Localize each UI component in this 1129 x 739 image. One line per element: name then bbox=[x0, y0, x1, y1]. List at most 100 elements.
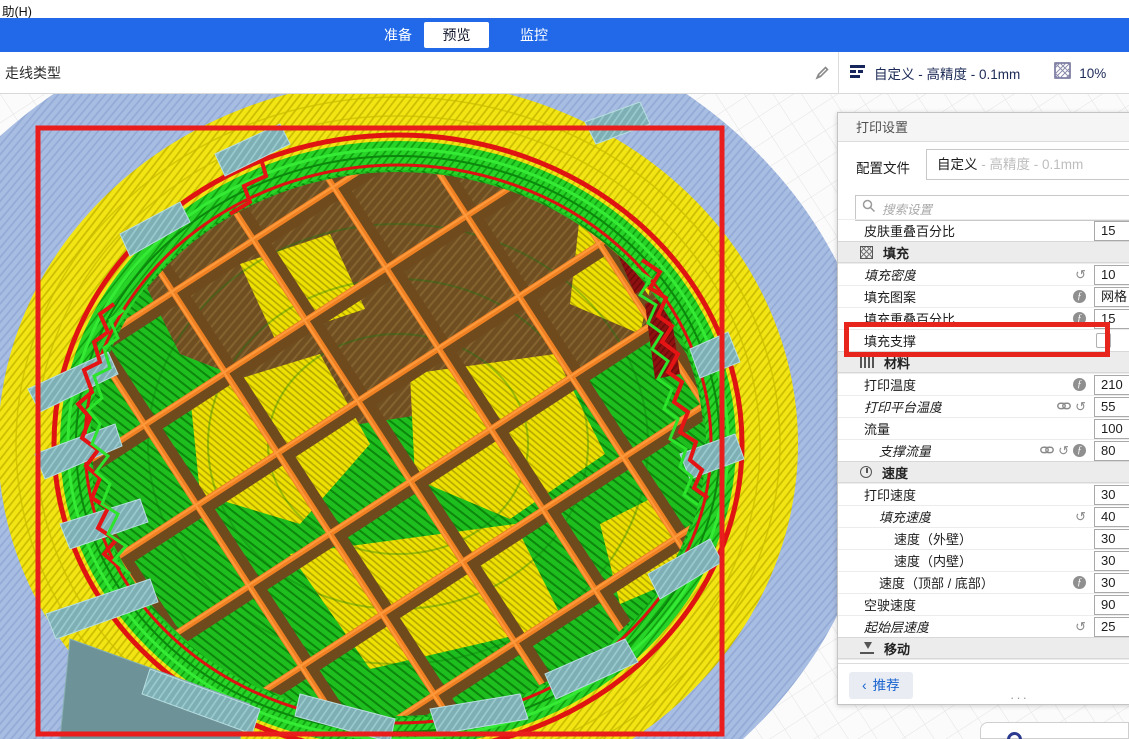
section-label: 移动 bbox=[884, 639, 910, 658]
panel-header: 打印设置 bbox=[838, 113, 1129, 142]
setting-row[interactable]: 填充支撑 bbox=[838, 329, 1129, 351]
setting-icons: ƒ bbox=[1073, 290, 1086, 303]
infill-grid bbox=[92, 172, 704, 716]
setting-label: 打印平台温度 bbox=[838, 397, 942, 416]
setting-icons: ↺ bbox=[1057, 399, 1086, 415]
info-icon[interactable]: ƒ bbox=[1073, 444, 1086, 457]
setting-row[interactable]: 起始层速度 ↺ 25 bbox=[838, 615, 1129, 637]
setting-label: 空驶速度 bbox=[838, 595, 916, 614]
print-settings-summary[interactable]: 自定义 - 高精度 - 0.1mm bbox=[874, 63, 1020, 83]
infill-density-icon bbox=[1054, 62, 1071, 84]
setting-icons: ƒ bbox=[1073, 576, 1086, 589]
setting-value-field[interactable]: 10 bbox=[1094, 265, 1129, 285]
toolbar-divider bbox=[838, 52, 839, 94]
setting-value-field[interactable]: 40 bbox=[1094, 507, 1129, 527]
setting-value-field[interactable]: 90 bbox=[1094, 595, 1129, 615]
settings-section-header: 移动 bbox=[838, 637, 1129, 659]
info-icon[interactable]: ƒ bbox=[1073, 290, 1086, 303]
setting-row[interactable]: 支撑流量↺ƒ80 bbox=[838, 439, 1129, 461]
panel-footer: ‹ 推荐 ··· bbox=[838, 663, 1129, 705]
setting-label: 填充支撑 bbox=[838, 331, 916, 350]
setting-label: 速度（外壁） bbox=[838, 529, 972, 548]
setting-icons: ↺ bbox=[1075, 509, 1086, 525]
preview-toolbar: 走线类型 自定义 - 高精度 - 0.1mm 10% 开 bbox=[0, 52, 1129, 94]
undo-icon[interactable]: ↺ bbox=[1075, 267, 1086, 283]
setting-value-field[interactable]: 30 bbox=[1094, 551, 1129, 571]
setting-value-field[interactable]: 30 bbox=[1094, 573, 1129, 593]
profile-variant: - 高精度 - 0.1mm bbox=[978, 157, 1084, 172]
line-type-label[interactable]: 走线类型 bbox=[5, 63, 61, 83]
setting-icons: ↺ bbox=[1075, 267, 1086, 283]
undo-icon[interactable]: ↺ bbox=[1075, 399, 1086, 415]
setting-value-field[interactable]: 30 bbox=[1094, 485, 1129, 505]
chevron-left-icon: ‹ bbox=[862, 677, 867, 693]
search-placeholder: 搜索设置 bbox=[882, 199, 932, 218]
panel-title: 打印设置 bbox=[856, 120, 908, 135]
setting-label: 速度（顶部 / 底部） bbox=[838, 573, 994, 592]
section-label: 填充 bbox=[883, 243, 909, 262]
setting-row[interactable]: 填充重叠百分比ƒ15 bbox=[838, 307, 1129, 329]
setting-checkbox[interactable] bbox=[1096, 333, 1111, 348]
recommended-label: 推荐 bbox=[873, 678, 900, 693]
search-settings-box[interactable]: 搜索设置 bbox=[855, 195, 1129, 221]
link-icon[interactable] bbox=[1040, 443, 1054, 458]
undo-icon[interactable]: ↺ bbox=[1075, 619, 1086, 635]
setting-row[interactable]: 流量 100 bbox=[838, 417, 1129, 439]
speed-section-icon bbox=[860, 466, 872, 478]
setting-value-field[interactable]: 80 bbox=[1094, 441, 1129, 461]
setting-label: 皮肤重叠百分比 bbox=[838, 221, 955, 240]
setting-label: 填充速度 bbox=[838, 507, 931, 526]
profile-value: 自定义 bbox=[937, 157, 978, 172]
undo-icon[interactable]: ↺ bbox=[1075, 509, 1086, 525]
setting-row[interactable]: 速度（顶部 / 底部） ƒ 30 bbox=[838, 571, 1129, 593]
clock-icon bbox=[1007, 732, 1022, 739]
setting-row[interactable]: 填充图案ƒ网格 bbox=[838, 285, 1129, 307]
setting-value-field[interactable]: 210 bbox=[1094, 375, 1129, 395]
info-icon[interactable]: ƒ bbox=[1073, 378, 1086, 391]
link-icon[interactable] bbox=[1057, 399, 1071, 414]
infill-section-icon bbox=[860, 246, 873, 259]
setting-label: 打印速度 bbox=[838, 485, 916, 504]
tab-prepare[interactable]: 准备 bbox=[372, 18, 424, 52]
info-icon[interactable]: ƒ bbox=[1073, 576, 1086, 589]
setting-row[interactable]: 空驶速度 90 bbox=[838, 593, 1129, 615]
stage-bar: 准备 预览 监控 bbox=[0, 18, 1129, 52]
info-icon[interactable]: ƒ bbox=[1073, 312, 1086, 325]
setting-row[interactable]: 速度（内壁） 30 bbox=[838, 549, 1129, 571]
setting-row[interactable]: 打印温度 ƒ 210 bbox=[838, 373, 1129, 395]
menu-bar: 助(H) bbox=[0, 0, 1129, 18]
setting-value-field[interactable]: 30 bbox=[1094, 529, 1129, 549]
profile-dropdown[interactable]: 自定义 - 高精度 - 0.1mm bbox=[926, 149, 1129, 180]
setting-value-field[interactable]: 55 bbox=[1094, 397, 1129, 417]
setting-row[interactable]: 打印速度 30 bbox=[838, 483, 1129, 505]
cura-window: 助(H) 准备 预览 监控 走线类型 自定义 - 高精度 - 0.1mm 10% bbox=[0, 0, 1129, 739]
setting-value-field[interactable]: 100 bbox=[1094, 419, 1129, 439]
setting-label: 起始层速度 bbox=[838, 617, 929, 636]
setting-icons: ↺ bbox=[1075, 619, 1086, 635]
setting-label: 流量 bbox=[838, 419, 890, 438]
setting-value-field[interactable]: 15 bbox=[1094, 221, 1129, 241]
setting-row[interactable]: 速度（外壁） 30 bbox=[838, 527, 1129, 549]
setting-value-field[interactable]: 25 bbox=[1094, 617, 1129, 637]
infill-density-value[interactable]: 10% bbox=[1079, 66, 1106, 81]
setting-value-field[interactable]: 15 bbox=[1094, 309, 1129, 329]
travel-section-icon bbox=[860, 642, 874, 654]
resize-handle[interactable]: ··· bbox=[1010, 690, 1029, 705]
edit-pencil-icon[interactable] bbox=[814, 65, 830, 86]
setting-icons: ƒ bbox=[1073, 312, 1086, 325]
setting-row[interactable]: 皮肤重叠百分比 15 bbox=[838, 219, 1129, 241]
setting-row[interactable]: 填充密度↺10 bbox=[838, 263, 1129, 285]
recommended-button[interactable]: ‹ 推荐 bbox=[849, 672, 913, 699]
setting-label: 速度（内壁） bbox=[838, 551, 972, 570]
setting-row[interactable]: 打印平台温度 ↺ 55 bbox=[838, 395, 1129, 417]
setting-label: 打印温度 bbox=[838, 375, 916, 394]
setting-row[interactable]: 填充速度 ↺ 40 bbox=[838, 505, 1129, 527]
tab-monitor[interactable]: 监控 bbox=[508, 18, 560, 52]
profile-row: 配置文件 自定义 - 高精度 - 0.1mm bbox=[838, 142, 1129, 188]
print-settings-panel: 打印设置 配置文件 自定义 - 高精度 - 0.1mm 搜索设置 皮肤重叠百分比… bbox=[837, 112, 1129, 705]
section-label: 材料 bbox=[884, 353, 910, 372]
settings-section-header: 填充 bbox=[838, 241, 1129, 263]
tab-preview[interactable]: 预览 bbox=[424, 22, 489, 48]
undo-icon[interactable]: ↺ bbox=[1058, 443, 1069, 459]
setting-value-field[interactable]: 网格 bbox=[1094, 287, 1129, 307]
